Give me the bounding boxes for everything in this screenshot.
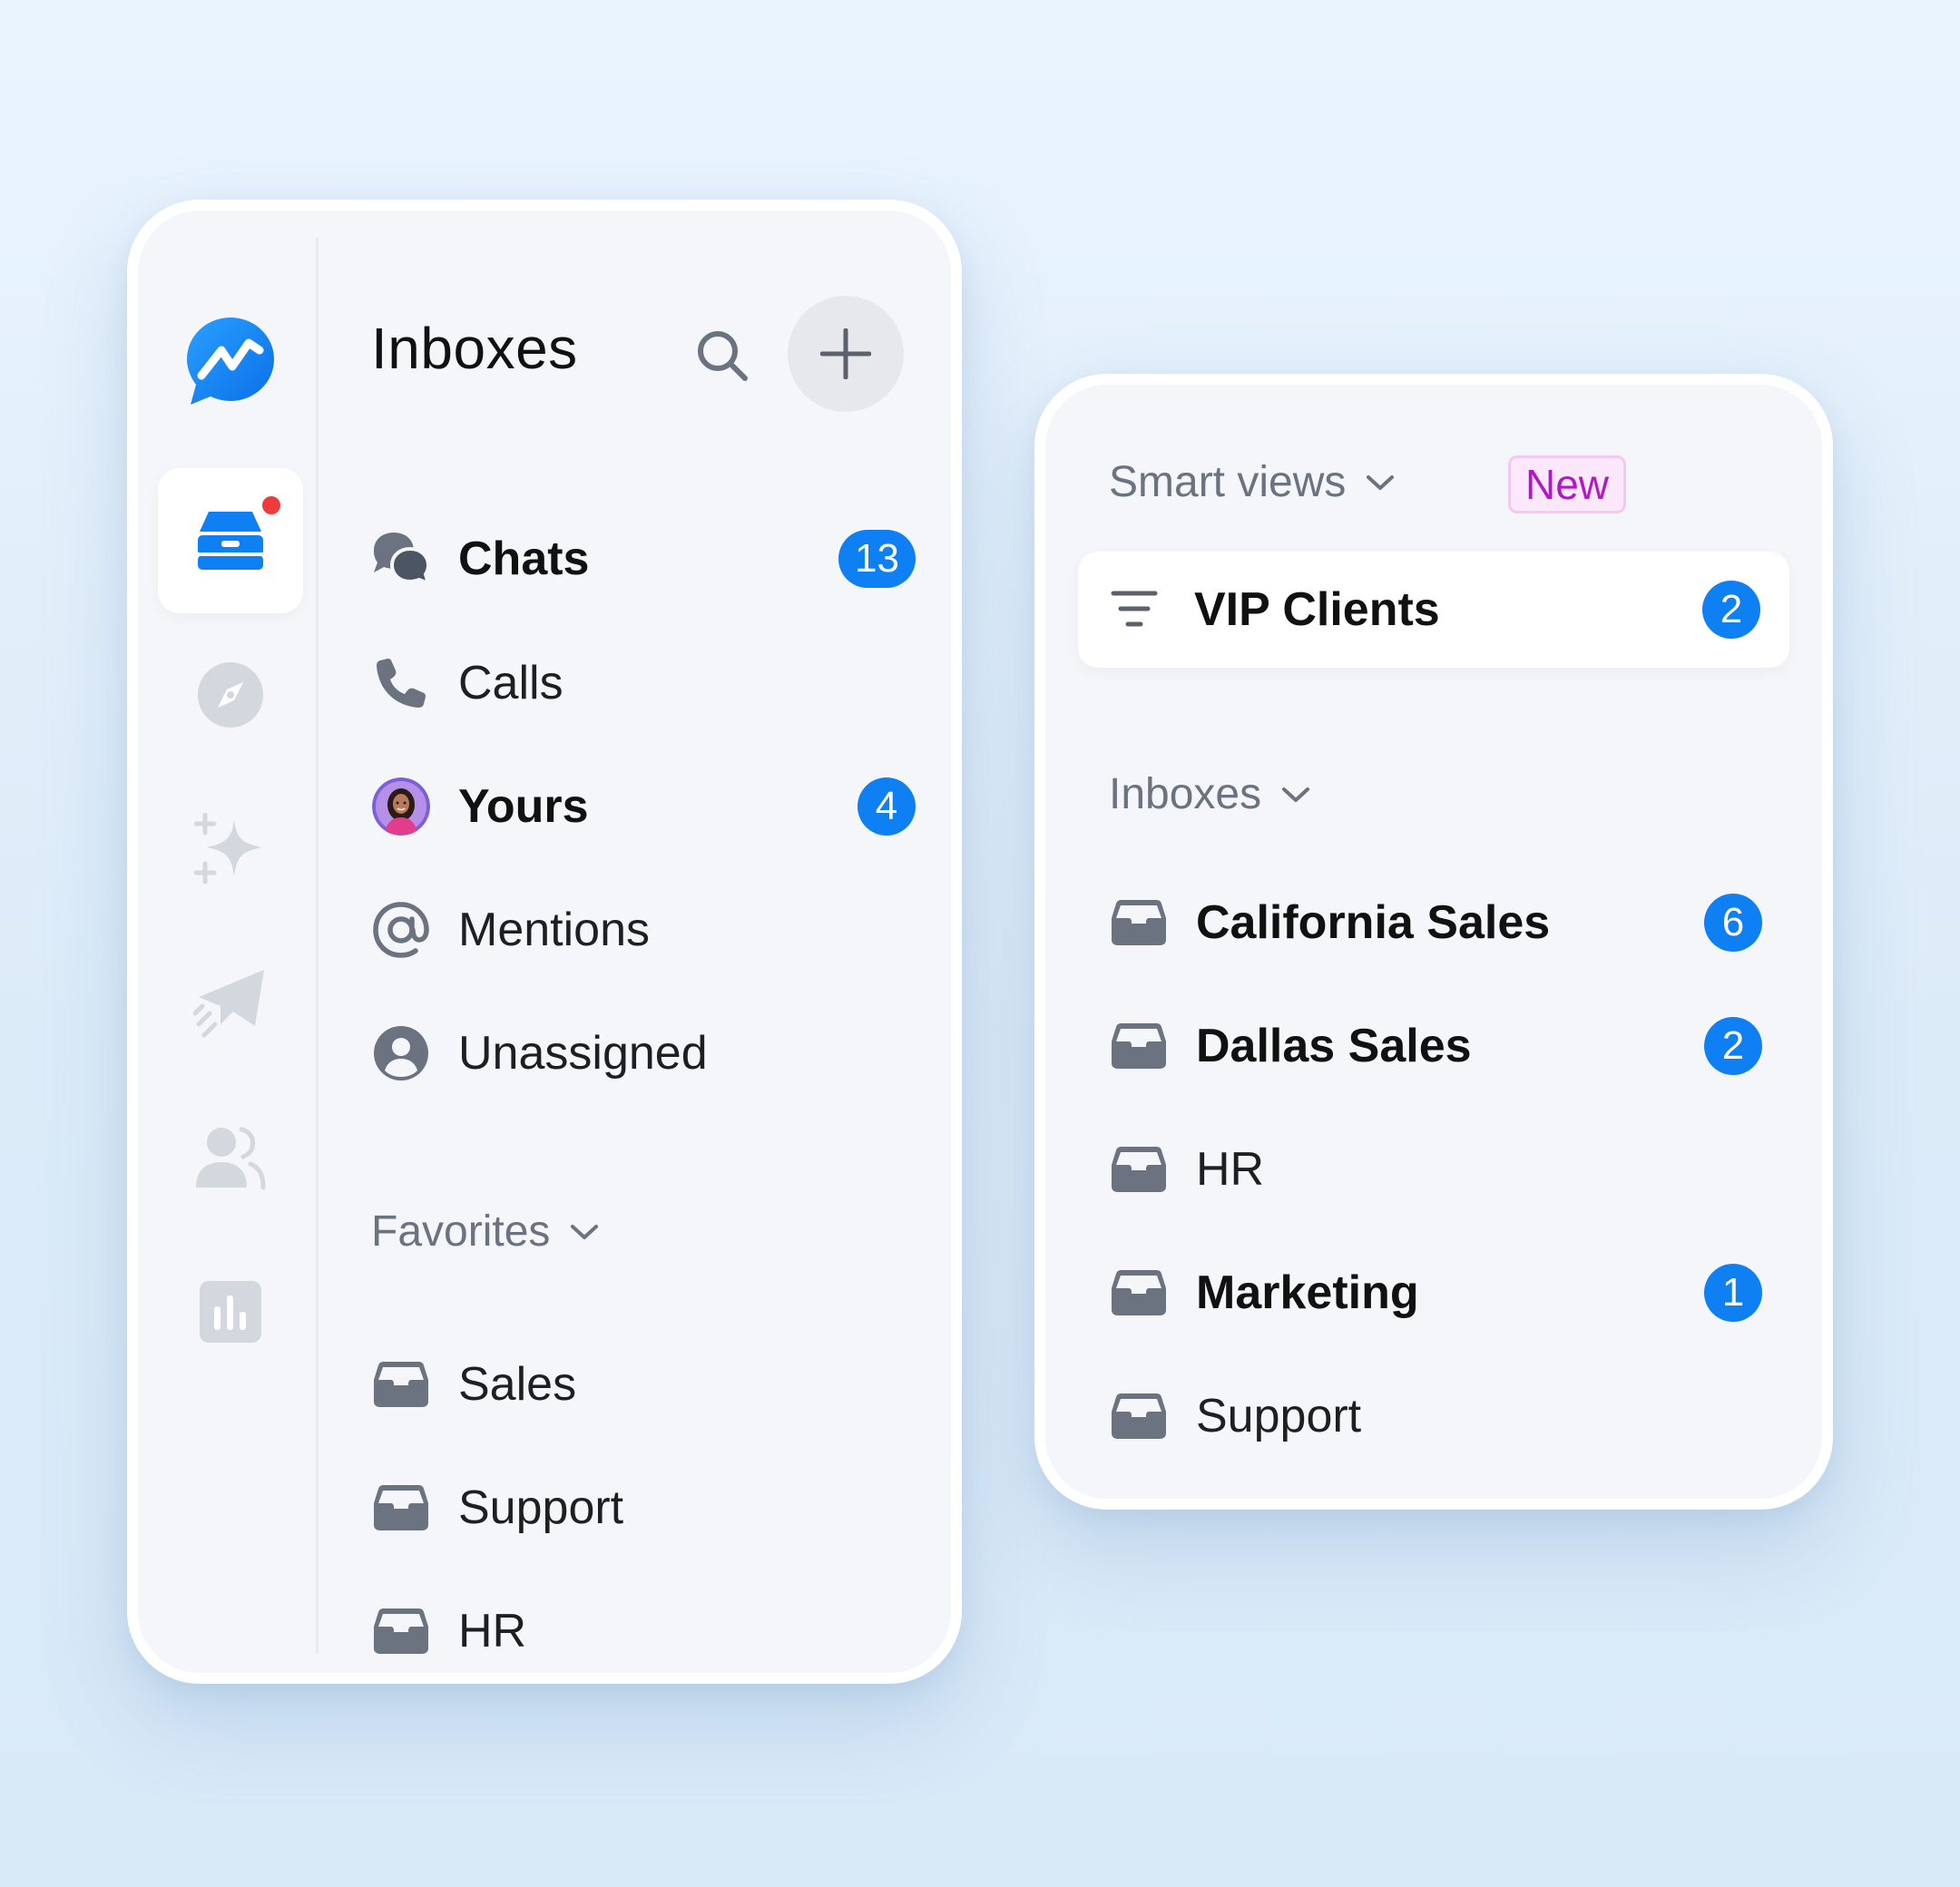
nav-rail	[138, 210, 316, 1673]
notification-dot	[260, 494, 283, 517]
favorite-item-hr[interactable]: HR	[371, 1590, 916, 1672]
section-title: Inboxes	[1109, 770, 1262, 818]
unread-badge: 2	[1704, 1017, 1762, 1075]
favorite-item-support[interactable]: Support	[371, 1467, 916, 1549]
plus-icon	[820, 328, 871, 379]
phone-icon	[371, 653, 431, 713]
inbox-tray-icon	[371, 1601, 431, 1661]
nav-label: Unassigned	[458, 1027, 708, 1080]
search-icon	[698, 331, 748, 381]
filter-icon	[1111, 590, 1158, 632]
rail-explore[interactable]	[158, 622, 303, 768]
rail-inbox[interactable]	[158, 468, 303, 613]
new-badge: New	[1508, 455, 1627, 513]
bar-chart-icon	[200, 1281, 261, 1343]
nav-label: Calls	[458, 657, 564, 709]
chevron-down-icon	[570, 1223, 599, 1241]
rail-campaigns[interactable]	[158, 931, 303, 1076]
inbox-tray-icon	[371, 1354, 431, 1414]
section-title: Favorites	[371, 1207, 551, 1256]
inbox-item-california-sales[interactable]: California Sales 6	[1109, 882, 1762, 963]
inbox-label: California Sales	[1196, 896, 1551, 949]
unread-badge: 13	[838, 530, 916, 588]
inbox-tray-icon	[198, 512, 263, 570]
chevron-down-icon	[1366, 474, 1395, 492]
inbox-tray-icon	[1109, 1386, 1169, 1446]
chevron-down-icon	[1281, 786, 1310, 804]
unread-badge: 6	[1704, 894, 1762, 952]
nav-item-calls[interactable]: Calls	[371, 642, 916, 724]
inbox-item-support[interactable]: Support	[1109, 1375, 1762, 1457]
paper-plane-icon	[193, 970, 264, 1038]
compass-icon	[198, 662, 263, 728]
smart-views-panel: Smart views New VIP Clients 2 Inboxes Ca…	[1034, 374, 1833, 1510]
user-circle-icon	[371, 1023, 431, 1083]
inbox-item-hr[interactable]: HR	[1109, 1129, 1762, 1210]
app-logo[interactable]	[158, 288, 303, 434]
search-button[interactable]	[686, 319, 759, 392]
nav-label: Sales	[458, 1358, 577, 1411]
unread-badge: 1	[1704, 1264, 1762, 1322]
smart-views-header[interactable]: Smart views	[1109, 457, 1395, 507]
inbox-label: Marketing	[1196, 1266, 1419, 1319]
inboxes-panel: Inboxes Chats 13 Calls Yours 4 Mentions …	[127, 200, 962, 1684]
inbox-item-dallas-sales[interactable]: Dallas Sales 2	[1109, 1005, 1762, 1087]
rail-contacts[interactable]	[158, 1085, 303, 1230]
inbox-label: HR	[1196, 1143, 1265, 1196]
unread-badge: 2	[1702, 581, 1760, 639]
inbox-tray-icon	[1109, 1263, 1169, 1323]
messenger-logo-icon	[187, 318, 274, 405]
inbox-item-marketing[interactable]: Marketing 1	[1109, 1252, 1762, 1334]
inbox-tray-icon	[371, 1478, 431, 1538]
section-title: Smart views	[1109, 458, 1347, 506]
smart-view-label: VIP Clients	[1194, 583, 1440, 636]
nav-item-yours[interactable]: Yours 4	[371, 766, 916, 847]
at-sign-icon	[371, 900, 431, 960]
nav-item-chats[interactable]: Chats 13	[371, 518, 916, 600]
nav-label: Support	[458, 1481, 624, 1534]
rail-ai[interactable]	[158, 777, 303, 922]
inbox-tray-icon	[1109, 1016, 1169, 1076]
nav-item-mentions[interactable]: Mentions	[371, 889, 916, 971]
page-title: Inboxes	[371, 316, 578, 381]
inbox-label: Support	[1196, 1390, 1362, 1442]
smart-view-vip-clients[interactable]: VIP Clients 2	[1078, 552, 1789, 668]
people-icon	[196, 1127, 266, 1190]
nav-label: HR	[458, 1605, 527, 1657]
inboxes-header[interactable]: Inboxes	[1109, 769, 1310, 819]
sparkles-icon	[194, 813, 261, 885]
chat-bubbles-icon	[371, 529, 431, 589]
nav-label: Chats	[458, 533, 590, 585]
add-button[interactable]	[788, 296, 904, 412]
rail-divider	[316, 238, 318, 1653]
rail-reports[interactable]	[158, 1239, 303, 1384]
inbox-tray-icon	[1109, 1139, 1169, 1199]
nav-item-unassigned[interactable]: Unassigned	[371, 1012, 916, 1094]
unread-badge: 4	[858, 777, 916, 836]
nav-label: Mentions	[458, 904, 650, 956]
nav-label: Yours	[458, 780, 589, 833]
inbox-label: Dallas Sales	[1196, 1020, 1472, 1072]
favorite-item-sales[interactable]: Sales	[371, 1344, 916, 1425]
avatar	[372, 777, 430, 836]
favorites-header[interactable]: Favorites	[371, 1207, 599, 1256]
inbox-tray-icon	[1109, 893, 1169, 953]
